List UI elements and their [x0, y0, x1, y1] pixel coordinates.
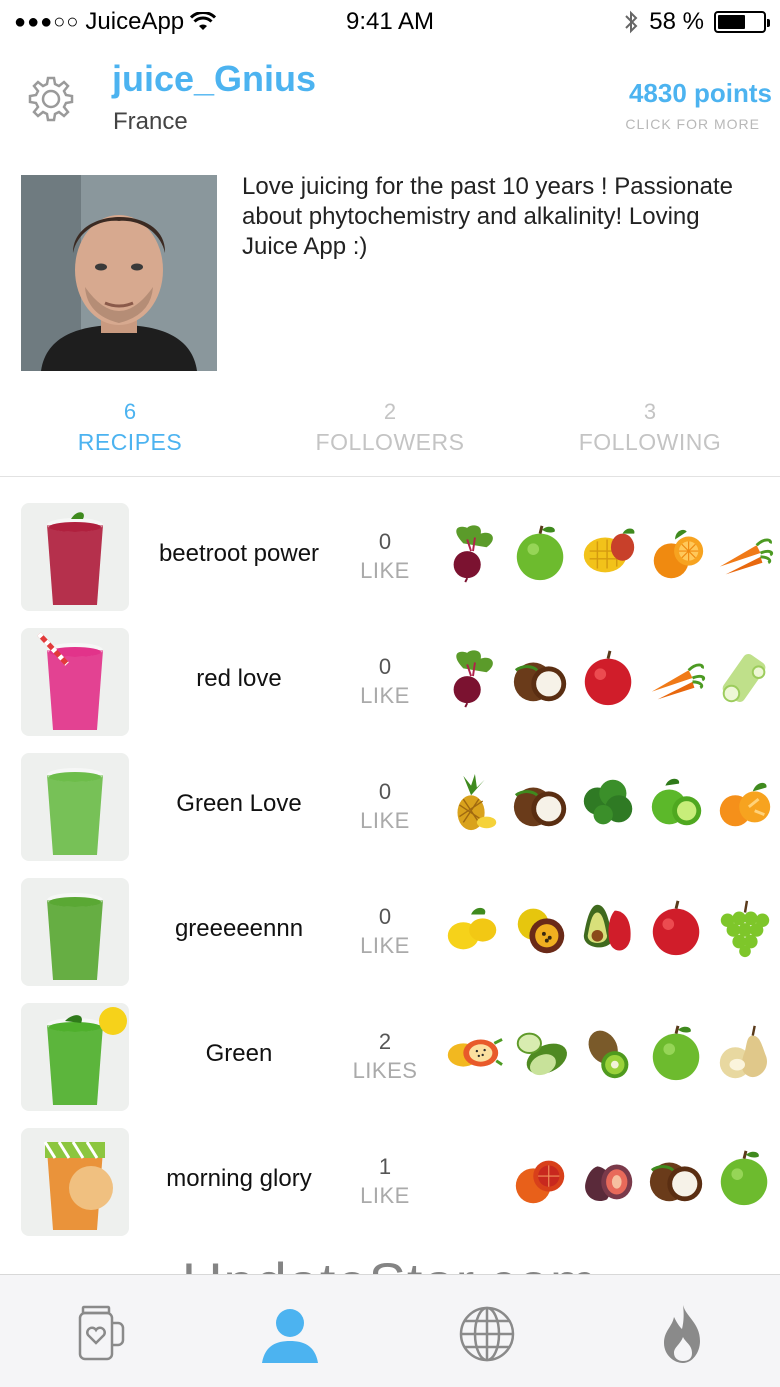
recipe-likes[interactable]: 2 LIKES — [345, 1028, 425, 1086]
likes-label: LIKE — [360, 933, 410, 958]
profile-icon[interactable] — [257, 1301, 323, 1367]
green-apple-icon — [720, 1150, 768, 1206]
cucumber-icon — [516, 1032, 567, 1076]
beetroot-icon — [453, 650, 493, 708]
coconut-icon — [513, 787, 567, 827]
recipe-row[interactable]: beetroot power 0 LIKE — [0, 500, 780, 625]
recipe-likes[interactable]: 1 LIKE — [345, 1153, 425, 1211]
settings-gear-icon[interactable] — [26, 74, 76, 124]
likes-label: LIKE — [360, 683, 410, 708]
recipe-thumbnail[interactable] — [21, 1003, 129, 1111]
recipe-name[interactable]: Green Love — [140, 790, 338, 818]
recipe-thumbnail[interactable] — [21, 628, 129, 736]
pear-icon — [719, 1025, 767, 1079]
tab-recipes[interactable]: 6 RECIPES — [0, 398, 260, 476]
fig-icon — [585, 1164, 633, 1202]
avocado-icon — [583, 904, 631, 951]
ingredient-list — [440, 772, 776, 838]
tab-label: FOLLOWING — [578, 429, 722, 455]
recipe-likes[interactable]: 0 LIKE — [345, 653, 425, 711]
tabs-divider — [0, 476, 780, 477]
tab-count: 2 — [383, 399, 397, 424]
grapes-icon — [720, 900, 770, 958]
bottom-nav — [0, 1274, 780, 1387]
carrot-icon — [719, 538, 774, 575]
tab-count: 3 — [643, 399, 657, 424]
tab-followers[interactable]: 2 FOLLOWERS — [260, 398, 520, 476]
recipe-name[interactable]: red love — [140, 665, 338, 693]
recipe-thumbnail[interactable] — [21, 878, 129, 986]
ingredient-list — [440, 522, 776, 588]
likes-count: 0 — [378, 529, 392, 554]
bluetooth-icon — [625, 10, 638, 34]
battery-icon — [714, 11, 770, 33]
globe-icon[interactable] — [454, 1301, 520, 1367]
recipe-name[interactable]: beetroot power — [140, 540, 338, 568]
recipe-list: beetroot power 0 LIKE red love 0 LIKE Green Lo… — [0, 500, 780, 1250]
coconut-icon — [649, 1162, 703, 1202]
ingredient-list — [440, 1147, 776, 1213]
profile-country: France — [113, 108, 188, 135]
recipe-row[interactable]: Green Love 0 LIKE — [0, 750, 780, 875]
tab-count: 6 — [123, 399, 137, 424]
recipe-name[interactable]: Green — [140, 1040, 338, 1068]
recipe-row[interactable]: morning glory 1 LIKE — [0, 1125, 780, 1250]
pineapple-icon — [457, 773, 497, 831]
red-apple-icon — [584, 650, 632, 706]
ingredient-list — [440, 897, 776, 963]
status-bar: ●●●○○ JuiceApp 9:41 AM 58 % — [0, 0, 780, 44]
ingredient-list — [440, 1022, 776, 1088]
likes-count: 0 — [378, 654, 392, 679]
recipe-likes[interactable]: 0 LIKE — [345, 528, 425, 586]
beetroot-icon — [453, 525, 493, 583]
recipe-row[interactable]: greeeeennn 0 LIKE — [0, 875, 780, 1000]
lemon-icon — [447, 907, 497, 950]
recipe-name[interactable]: morning glory — [140, 1165, 338, 1193]
tab-label: FOLLOWERS — [315, 429, 465, 455]
profile-username: juice_Gnius — [112, 58, 317, 99]
kale-icon — [583, 779, 633, 825]
points-link[interactable]: 4830 points — [629, 78, 772, 109]
tangerine-icon — [719, 782, 771, 827]
likes-count: 2 — [378, 1029, 392, 1054]
tab-label: RECIPES — [77, 429, 183, 455]
carrot-icon — [651, 663, 706, 700]
battery-percent: 58 % — [649, 8, 704, 35]
lime-icon — [651, 778, 702, 826]
recipe-thumbnail[interactable] — [21, 753, 129, 861]
green-apple-icon — [516, 525, 564, 581]
kiwi-icon — [588, 1030, 629, 1079]
recipe-thumbnail[interactable] — [21, 1128, 129, 1236]
likes-count: 0 — [378, 779, 392, 804]
likes-label: LIKE — [360, 808, 410, 833]
profile-avatar — [21, 175, 217, 371]
mango-icon — [583, 528, 635, 573]
recipe-likes[interactable]: 0 LIKE — [345, 778, 425, 836]
dragon-fruit-icon — [447, 1038, 503, 1067]
profile-bio: Love juicing for the past 10 years ! Pas… — [242, 173, 733, 260]
ingredient-list — [440, 647, 776, 713]
likes-label: LIKE — [360, 558, 410, 583]
celery-icon — [722, 654, 766, 703]
points-hint[interactable]: CLICK FOR MORE — [625, 116, 760, 132]
recipe-row[interactable]: red love 0 LIKE — [0, 625, 780, 750]
recipe-name[interactable]: greeeeennn — [140, 915, 338, 943]
likes-count: 0 — [378, 904, 392, 929]
blood-orange-icon — [515, 1160, 565, 1204]
likes-label: LIKES — [352, 1058, 418, 1083]
green-apple-icon — [652, 1025, 700, 1081]
flame-icon[interactable] — [650, 1301, 716, 1367]
passion-fruit-icon — [517, 908, 565, 954]
likes-label: LIKE — [360, 1183, 410, 1208]
coconut-icon — [513, 662, 567, 702]
orange-icon — [653, 529, 704, 579]
red-apple-icon — [652, 900, 700, 956]
profile-tabs: 6 RECIPES 2 FOLLOWERS 3 FOLLOWING — [0, 398, 780, 476]
juice-jar-icon[interactable] — [67, 1301, 133, 1367]
recipe-thumbnail[interactable] — [21, 503, 129, 611]
recipe-row[interactable]: Green 2 LIKES — [0, 1000, 780, 1125]
likes-count: 1 — [378, 1154, 392, 1179]
tab-following[interactable]: 3 FOLLOWING — [520, 398, 780, 476]
recipe-likes[interactable]: 0 LIKE — [345, 903, 425, 961]
